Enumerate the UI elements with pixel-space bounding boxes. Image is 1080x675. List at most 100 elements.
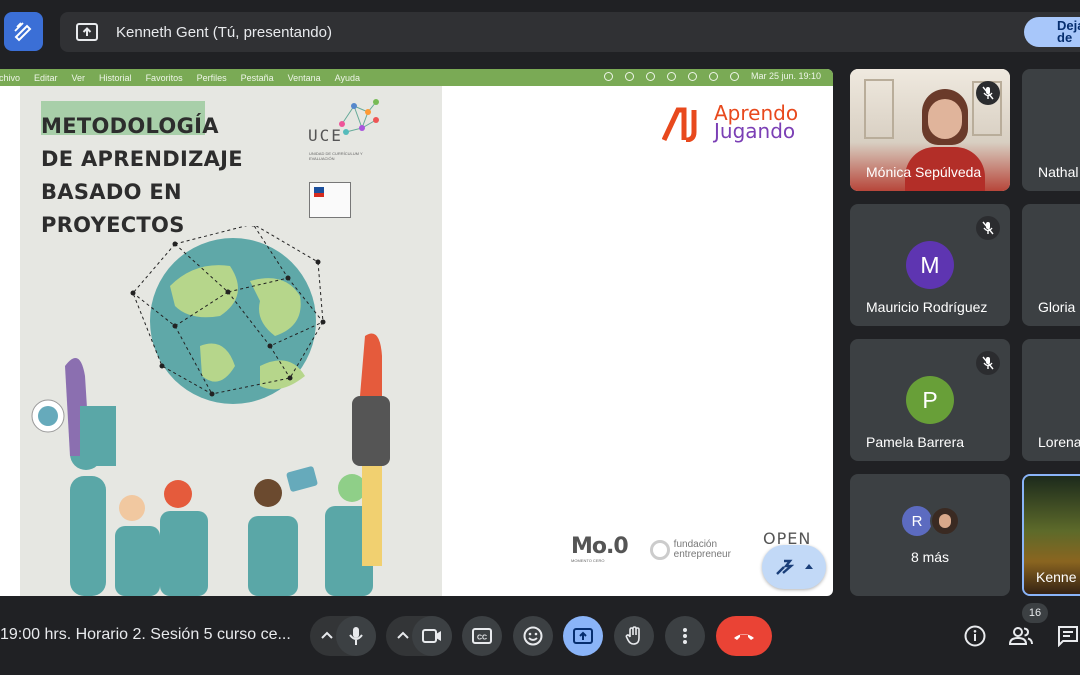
fundacion-line1: fundación: [673, 538, 718, 550]
muted-indicator: [976, 216, 1000, 240]
participant-count-badge: 16: [1022, 603, 1048, 623]
menu-item: Perfiles: [196, 72, 227, 83]
status-icon: [645, 71, 655, 81]
mac-clock: Mar 25 jun. 19:10: [750, 71, 821, 81]
participant-tile[interactable]: Mónica Sepúlveda: [850, 69, 1010, 191]
leave-call-button[interactable]: [716, 616, 772, 656]
mic-control: [310, 616, 376, 656]
chat-button[interactable]: [1055, 623, 1080, 649]
participant-tile[interactable]: Nathal: [1022, 69, 1080, 191]
sponsor-logos: Mo.0 MOMENTO CERO fundación entrepreneur: [571, 534, 731, 564]
stop-presenting-button[interactable]: Dejar de presentar: [1024, 17, 1080, 47]
camera-icon: [422, 629, 441, 643]
menu-item: Ver: [71, 72, 86, 83]
mic-button[interactable]: [336, 616, 376, 656]
presenting-title: Kenneth Gent (Tú, presentando): [116, 23, 332, 41]
volume-icon: [687, 71, 697, 81]
chevron-up-icon[interactable]: [394, 627, 412, 645]
svg-text:CC: CC: [477, 635, 487, 642]
chevron-up-icon[interactable]: [318, 627, 336, 645]
sparkle-wand-icon: [776, 559, 794, 575]
more-vert-icon: [683, 628, 687, 644]
present-screen-icon: [573, 628, 593, 644]
participant-tile[interactable]: Lorena: [1022, 339, 1080, 461]
mo0-logo-text: Mo.0: [571, 534, 629, 559]
slide-title-line: BASADO EN: [41, 180, 182, 204]
present-screen-icon: [76, 23, 98, 41]
muted-indicator: [976, 81, 1000, 105]
mic-off-icon: [982, 221, 994, 235]
brand-line2: Jugando: [714, 119, 796, 143]
meeting-title: 19:00 hrs. Horario 2. Sesión 5 curso ce.…: [0, 626, 291, 643]
present-now-button[interactable]: [563, 616, 603, 656]
participant-name: Nathal: [1038, 164, 1079, 180]
mo0-logo: Mo.0 MOMENTO CERO: [571, 534, 629, 564]
ministry-logo: [309, 182, 351, 218]
menu-item: Editar: [34, 72, 58, 83]
bookshelf: [864, 79, 894, 139]
avatar: R: [902, 506, 932, 536]
caret-up-icon: [805, 564, 813, 569]
captions-button[interactable]: CC: [462, 616, 502, 656]
participant-name: Pamela Barrera: [866, 434, 965, 450]
participant-tile[interactable]: P Pamela Barrera: [850, 339, 1010, 461]
raise-hand-button[interactable]: [614, 616, 654, 656]
mic-off-icon: [982, 356, 994, 370]
menu-item: Favoritos: [145, 72, 183, 83]
captions-icon: CC: [472, 628, 492, 644]
fundacion-line2: entrepreneur: [673, 548, 731, 560]
self-view-tile[interactable]: Kenne: [1022, 474, 1080, 596]
people-icon: [1009, 627, 1033, 645]
hand-icon: [625, 626, 640, 645]
more-participants-label: 8 más: [910, 549, 950, 565]
uce-logo: UCE: [308, 126, 343, 145]
info-icon: [964, 625, 986, 647]
mic-icon: [349, 627, 363, 645]
emoji-icon: [523, 626, 543, 646]
globe-people-illustration: [31, 226, 390, 596]
muted-indicator: [976, 351, 1000, 375]
reactions-button[interactable]: [513, 616, 553, 656]
participant-name: Mauricio Rodríguez: [866, 299, 988, 315]
avatar: [930, 506, 960, 536]
participant-tile[interactable]: Gloria: [1022, 204, 1080, 326]
status-icon: [603, 71, 613, 81]
avatar: M: [906, 241, 954, 289]
shared-screen: Archivo Editar Ver Historial Favoritos Perfil…: [0, 69, 833, 596]
mac-menu-bar: Archivo Editar Ver Historial Favoritos Perfil…: [0, 69, 833, 86]
mac-menu: Archivo Editar Ver Historial Favoritos Perfil…: [0, 73, 374, 83]
slide-title: METODOLOGÍA DE APRENDIZAJE BASADO EN PRO…: [41, 110, 243, 242]
camera-control: [386, 616, 452, 656]
people-button[interactable]: [1008, 623, 1034, 649]
participant-tile[interactable]: M Mauricio Rodríguez: [850, 204, 1010, 326]
status-icon: [666, 71, 676, 81]
pencil-edit-icon: [13, 21, 31, 41]
participant-name: Gloria: [1038, 299, 1076, 315]
slide-cover: METODOLOGÍA DE APRENDIZAJE BASADO EN PRO…: [20, 86, 442, 596]
status-icon: [624, 71, 634, 81]
wifi-icon: [708, 71, 718, 81]
mic-off-icon: [982, 86, 994, 100]
menu-item: Ayuda: [334, 72, 361, 83]
chat-icon: [1058, 626, 1078, 647]
more-options-button[interactable]: [665, 616, 705, 656]
participant-name: Mónica Sepúlveda: [866, 164, 982, 180]
more-participants-tile[interactable]: R 8 más: [850, 474, 1010, 596]
speaker-actions-button[interactable]: [762, 545, 826, 589]
menu-item: Pestaña: [240, 72, 274, 83]
uce-subtitle: UNIDAD DE CURRÍCULUM Y EVALUACIÓN: [309, 151, 363, 161]
menu-item: Archivo: [0, 72, 21, 83]
avatar: P: [906, 376, 954, 424]
uce-network-logo-icon: [339, 99, 379, 135]
meet-app-icon[interactable]: [4, 12, 43, 51]
participant-name: Kenne: [1036, 569, 1077, 585]
menu-item: Historial: [99, 72, 132, 83]
fundacion-logo: fundación entrepreneur: [649, 538, 731, 560]
slide-title-line: DE APRENDIZAJE: [41, 147, 243, 171]
fundacion-ring-icon: [649, 539, 670, 560]
search-icon: [729, 71, 739, 81]
slide-title-line: METODOLOGÍA: [41, 114, 219, 138]
meeting-details-button[interactable]: [962, 623, 988, 649]
camera-button[interactable]: [412, 616, 452, 656]
mac-status-icons: Mar 25 jun. 19:10: [603, 71, 821, 81]
